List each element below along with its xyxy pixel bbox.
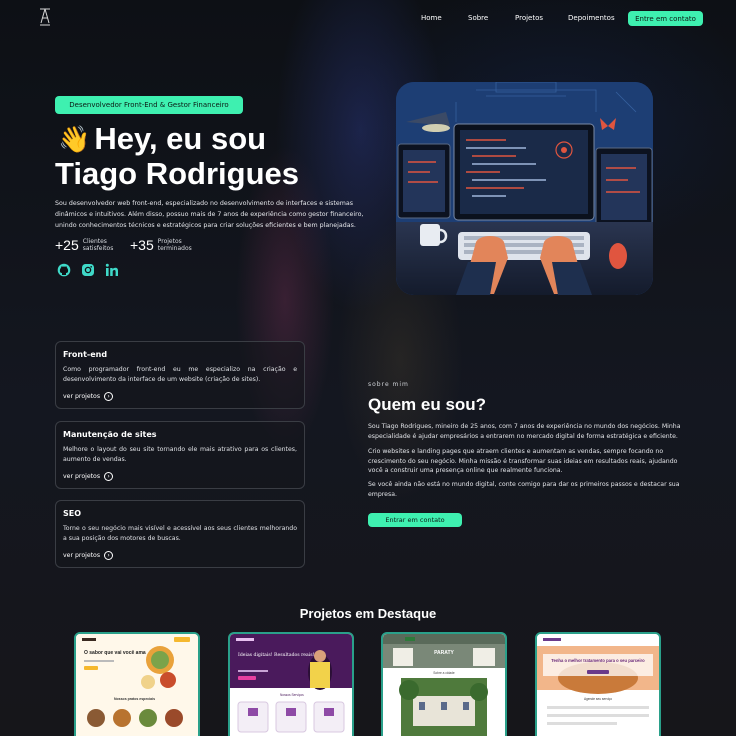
project-headline: Ideias digitais! Resultados reais! <box>238 652 315 658</box>
instagram-icon[interactable] <box>81 263 95 277</box>
project-card-agency[interactable]: Ideias digitais! Resultados reais! Nosso… <box>228 632 354 736</box>
service-title: Manutenção de sites <box>63 430 157 439</box>
stat-clients: +25 Clientes satisfeitos <box>55 237 123 253</box>
hero-name: Tiago Rodrigues <box>55 156 300 191</box>
nav-depoimentos[interactable]: Depoimentos <box>568 14 628 22</box>
stat-label: Clientes satisfeitos <box>82 238 114 252</box>
service-card-maintenance: Manutenção de sites Melhore o layout do … <box>55 421 305 489</box>
arrow-right-icon: › <box>104 392 114 401</box>
service-card-frontend: Front-end Como programador front-end eu … <box>55 341 305 409</box>
about-paragraph: Crio websites e landing pages que atraem… <box>368 448 678 474</box>
about-kicker: sobre mim <box>368 381 409 388</box>
hero-description: Sou desenvolvedor web front-end, especia… <box>55 200 364 229</box>
stat-value: +25 <box>55 237 79 253</box>
view-projects-label: ver projetos <box>63 473 101 480</box>
nav-projetos[interactable]: Projetos <box>515 14 555 22</box>
nav-sobre[interactable]: Sobre <box>468 14 498 22</box>
view-projects-label: ver projetos <box>63 393 101 400</box>
about-paragraph: Se você ainda não está no mundo digital,… <box>368 481 680 498</box>
project-section: Nossos pratos especiais <box>114 697 155 701</box>
project-card-restaurant[interactable]: O sabor que vai você ama Nossos pratos e… <box>74 632 200 736</box>
service-text: Torne o seu negócio mais visível e acess… <box>63 525 297 542</box>
waving-hand-icon: 👋 <box>58 124 91 154</box>
about-title: Quem eu sou? <box>368 395 487 414</box>
stat-projects: +35 Projetos terminados <box>130 237 198 253</box>
about-paragraph: Sou Tiago Rodrigues, mineiro de 25 anos,… <box>368 423 681 440</box>
project-headline: Tenha o melhor tratamento para o seu par… <box>551 658 645 663</box>
view-projects-link[interactable]: ver projetos › <box>63 551 114 560</box>
projects-title: Projetos em Destaque <box>299 606 437 621</box>
project-card-petshop[interactable]: Tenha o melhor tratamento para o seu par… <box>535 632 661 736</box>
nav-home[interactable]: Home <box>421 14 451 22</box>
project-section: Nossos Serviços <box>280 693 304 697</box>
nav-contact-button[interactable]: Entre em contato <box>628 11 703 26</box>
role-badge: Desenvolvedor Front-End & Gestor Finance… <box>55 96 243 114</box>
project-section: Sobre a cidade <box>433 671 455 675</box>
view-projects-link[interactable]: ver projetos › <box>63 472 114 481</box>
stat-value: +35 <box>130 237 154 253</box>
greeting-text: Hey, eu sou <box>94 121 267 156</box>
project-card-paraty[interactable]: PARATY Sobre a cidade <box>381 632 507 736</box>
arrow-right-icon: › <box>104 472 114 481</box>
view-projects-label: ver projetos <box>63 552 101 559</box>
stat-label: Projetos terminados <box>157 238 192 252</box>
service-title: SEO <box>63 509 82 518</box>
project-headline: PARATY <box>434 650 454 656</box>
arrow-right-icon: › <box>104 551 114 560</box>
project-headline: O sabor que vai você ama <box>84 650 146 656</box>
view-projects-link[interactable]: ver projetos › <box>63 392 114 401</box>
linkedin-icon[interactable] <box>105 263 119 277</box>
service-text: Como programador front-end eu me especia… <box>63 366 297 383</box>
project-section: Agende seu serviço <box>584 697 612 701</box>
service-title: Front-end <box>63 350 108 359</box>
developer-desk-illustration <box>396 82 653 295</box>
hero-greeting: 👋 Hey, eu sou <box>58 122 266 156</box>
github-icon[interactable] <box>57 263 71 277</box>
service-card-seo: SEO Torne o seu negócio mais visível e a… <box>55 500 305 568</box>
about-contact-button[interactable]: Entrar em contato <box>368 513 462 527</box>
service-text: Melhore o layout do seu site tornando el… <box>63 446 297 463</box>
logo-icon[interactable] <box>38 8 52 26</box>
